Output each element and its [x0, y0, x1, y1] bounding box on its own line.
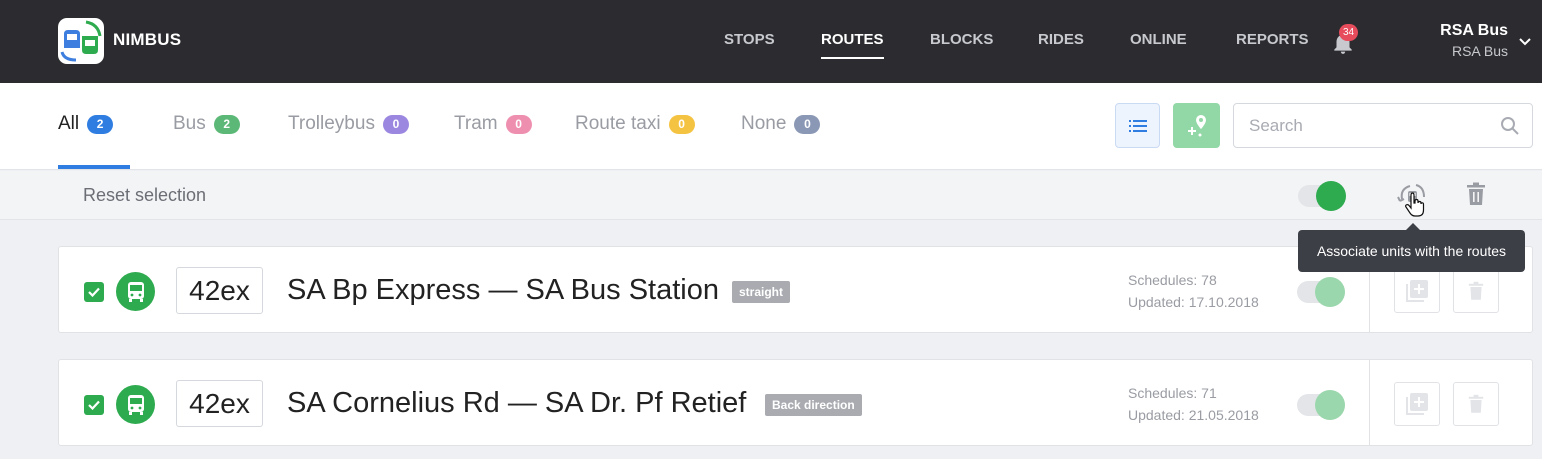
divider: [1369, 360, 1370, 445]
bus-type-badge: [116, 385, 155, 424]
toggle-knob: [1315, 390, 1345, 420]
brand-name: NIMBUS: [113, 30, 182, 49]
route-card[interactable]: 42ex SA Cornelius Rd — SA Dr. Pf Retief …: [58, 359, 1533, 446]
top-navigation-bar: NIMBUS STOPS ROUTES BLOCKS RIDES ONLINE …: [0, 0, 1542, 83]
updated-date: Updated: 21.05.2018: [1128, 407, 1259, 423]
notification-count-badge: 34: [1339, 24, 1358, 41]
delete-route-button[interactable]: [1453, 382, 1499, 426]
tab-count-badge: 2: [87, 114, 114, 134]
selection-toolbar: Reset selection: [0, 171, 1542, 220]
route-enable-toggle[interactable]: [1297, 390, 1345, 420]
nav-online[interactable]: ONLINE: [1130, 31, 1187, 48]
reset-selection-button[interactable]: Reset selection: [83, 185, 206, 206]
hand-cursor-icon: [1405, 192, 1425, 217]
tab-count-badge: 0: [382, 114, 409, 134]
tab-count-badge: 2: [213, 114, 240, 134]
direction-tag: Back direction: [765, 394, 862, 416]
search-box: [1233, 103, 1533, 148]
list-view-button[interactable]: [1115, 103, 1160, 148]
tooltip: Associate units with the routes: [1298, 223, 1525, 272]
tab-bus[interactable]: Bus 2: [173, 113, 240, 135]
tab-tram[interactable]: Tram 0: [454, 113, 532, 135]
tab-route-taxi[interactable]: Route taxi 0: [575, 113, 695, 135]
bulk-enable-toggle[interactable]: [1298, 181, 1346, 211]
toggle-knob: [1316, 181, 1346, 211]
active-tab-indicator: [58, 165, 130, 169]
search-input[interactable]: [1249, 104, 1489, 147]
nav-stops[interactable]: STOPS: [724, 31, 775, 48]
updated-date: Updated: 17.10.2018: [1128, 294, 1259, 310]
delete-route-button[interactable]: [1453, 269, 1499, 313]
checkmark-icon: [88, 287, 100, 297]
tab-label: Trolleybus: [288, 113, 375, 134]
tab-label: None: [741, 113, 787, 134]
route-checkbox[interactable]: [84, 282, 104, 302]
tab-label: Bus: [173, 113, 206, 134]
tab-label: Tram: [454, 113, 498, 134]
tab-all[interactable]: All 2: [58, 113, 114, 135]
route-number: 42ex: [176, 267, 263, 314]
bus-icon: [127, 281, 144, 302]
map-pin-add-icon: [1187, 114, 1206, 136]
search-icon[interactable]: [1500, 116, 1520, 136]
tab-label: All: [58, 113, 80, 134]
transit-logo-icon[interactable]: [58, 18, 104, 64]
user-company: RSA Bus: [1451, 43, 1508, 59]
route-name[interactable]: SA Bp Express — SA Bus Station: [287, 274, 719, 307]
add-route-on-map-button[interactable]: [1173, 103, 1220, 148]
tab-count-badge: 0: [505, 114, 532, 134]
user-name[interactable]: RSA Bus: [1440, 22, 1508, 40]
checkmark-icon: [88, 400, 100, 410]
bus-icon: [127, 394, 144, 415]
list-icon: [1128, 119, 1147, 132]
tab-trolleybus[interactable]: Trolleybus 0: [288, 113, 409, 135]
add-copy-icon: [1406, 393, 1428, 415]
tab-none[interactable]: None 0: [741, 113, 821, 135]
tab-label: Route taxi: [575, 113, 661, 134]
direction-tag: straight: [732, 281, 791, 303]
trash-icon[interactable]: [1466, 182, 1486, 206]
add-schedule-button[interactable]: [1394, 269, 1440, 313]
add-copy-icon: [1406, 280, 1428, 302]
add-schedule-button[interactable]: [1394, 382, 1440, 426]
nav-blocks[interactable]: BLOCKS: [930, 31, 993, 48]
toggle-knob: [1315, 277, 1345, 307]
nav-reports[interactable]: REPORTS: [1236, 31, 1309, 48]
trash-icon: [1468, 394, 1484, 413]
route-name[interactable]: SA Cornelius Rd — SA Dr. Pf Retief: [287, 387, 746, 420]
tab-count-badge: 0: [668, 114, 695, 134]
trash-icon: [1468, 281, 1484, 300]
nav-rides[interactable]: RIDES: [1038, 31, 1084, 48]
bus-type-badge: [116, 272, 155, 311]
route-enable-toggle[interactable]: [1297, 277, 1345, 307]
route-checkbox[interactable]: [84, 395, 104, 415]
route-number: 42ex: [176, 380, 263, 427]
schedules-count: Schedules: 78: [1128, 272, 1217, 288]
schedules-count: Schedules: 71: [1128, 385, 1217, 401]
nav-routes[interactable]: ROUTES: [821, 31, 884, 59]
chevron-down-icon[interactable]: [1518, 34, 1532, 48]
tab-count-badge: 0: [794, 114, 821, 134]
